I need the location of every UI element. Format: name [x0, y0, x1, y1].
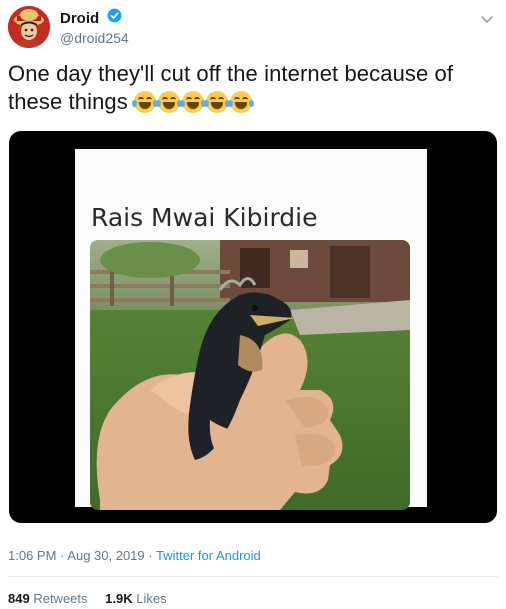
face-with-tears-of-joy-icon [132, 91, 159, 113]
divider [8, 576, 498, 577]
tweet-media[interactable]: Rais Mwai Kibirdie [9, 131, 497, 523]
display-name[interactable]: Droid [60, 9, 99, 28]
tweet-time[interactable]: 1:06 PM [8, 548, 56, 563]
face-with-tears-of-joy-icon [156, 91, 183, 113]
user-name-block[interactable]: Droid @droid254 [60, 8, 129, 47]
meme-image: Rais Mwai Kibirdie [75, 149, 427, 510]
bird-in-hand-photo [90, 240, 410, 510]
user-handle[interactable]: @droid254 [60, 29, 129, 47]
tweet-date[interactable]: Aug 30, 2019 [67, 548, 144, 563]
tweet-source-link[interactable]: Twitter for Android [156, 548, 261, 563]
meta-separator: · [60, 548, 65, 563]
retweets-stat[interactable]: 849 Retweets [8, 591, 91, 606]
tweet-text: One day they'll cut off the internet bec… [8, 60, 488, 116]
retweets-label: Retweets [33, 591, 88, 606]
meme-caption: Rais Mwai Kibirdie [91, 203, 318, 232]
chevron-down-icon[interactable] [478, 10, 496, 28]
likes-stat[interactable]: 1.9K Likes [105, 591, 166, 606]
tweet-stats: 849 Retweets 1.9K Likes [8, 591, 181, 606]
retweets-count: 849 [8, 591, 30, 606]
verified-badge-icon [107, 8, 122, 28]
meta-separator: · [148, 548, 153, 563]
face-with-tears-of-joy-icon [180, 91, 207, 113]
avatar[interactable] [8, 6, 50, 48]
likes-count: 1.9K [105, 591, 133, 606]
tweet-header: Droid @droid254 [8, 6, 498, 50]
likes-label: Likes [136, 591, 167, 606]
face-with-tears-of-joy-icon [228, 91, 255, 113]
face-with-tears-of-joy-icon [204, 91, 231, 113]
tweet-timestamp: 1:06 PM · Aug 30, 2019 · Twitter for And… [8, 548, 261, 563]
